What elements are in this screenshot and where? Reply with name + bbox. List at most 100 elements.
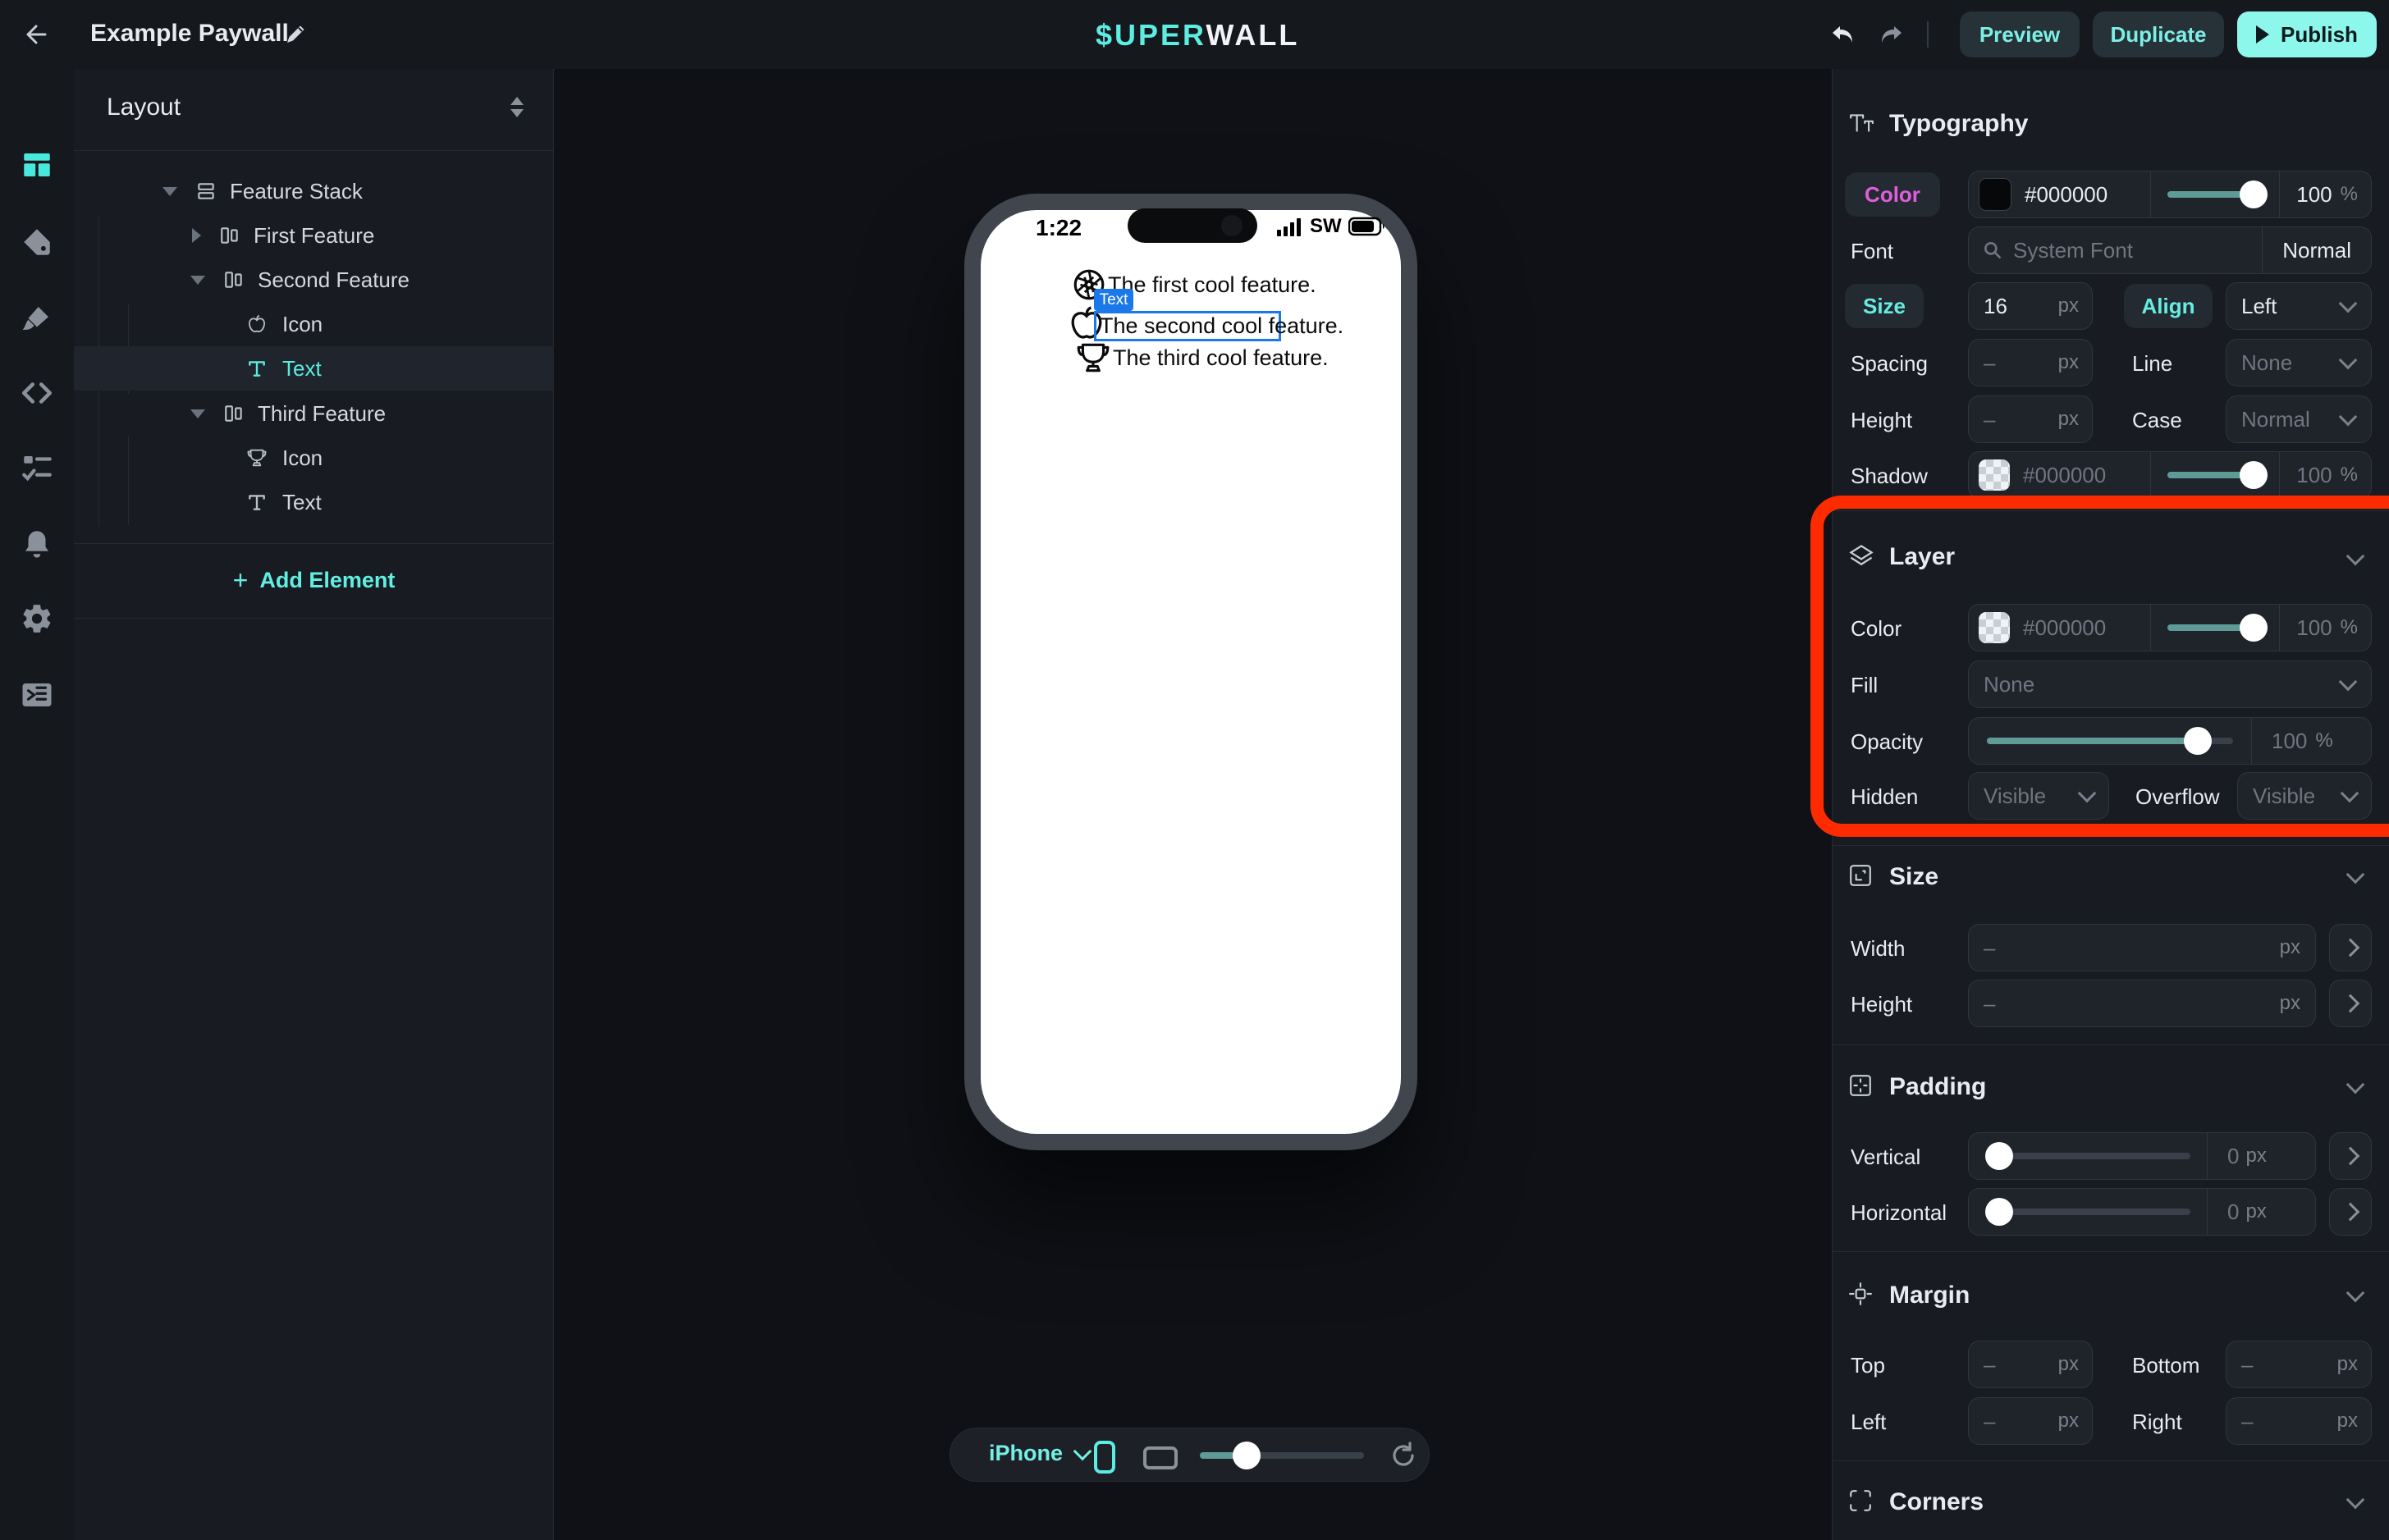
line-height-input[interactable]: – px bbox=[1968, 395, 2093, 443]
layer-color-input[interactable]: #000000 100 % bbox=[1968, 604, 2372, 651]
zoom-slider[interactable] bbox=[1200, 1452, 1364, 1459]
shadow-opacity-slider[interactable] bbox=[2167, 472, 2263, 478]
tree-item-third-feature[interactable]: Third Feature bbox=[74, 391, 554, 436]
opacity-value[interactable]: 100 bbox=[2272, 729, 2307, 754]
line-height-value[interactable]: – bbox=[1984, 407, 2058, 432]
tag-tab-icon[interactable] bbox=[20, 225, 54, 259]
add-element-button[interactable]: + Add Element bbox=[74, 556, 554, 604]
tree-item-first-feature[interactable]: First Feature bbox=[74, 213, 554, 258]
hidden-dropdown[interactable]: Visible bbox=[1968, 772, 2109, 820]
tree-item-icon[interactable]: Icon bbox=[74, 302, 554, 346]
slider-knob[interactable] bbox=[2240, 181, 2268, 208]
layer-hex-value[interactable]: #000000 bbox=[2023, 615, 2150, 641]
caret-down-icon[interactable] bbox=[190, 276, 205, 285]
shadow-color-swatch[interactable] bbox=[1979, 459, 2010, 491]
horizontal-padding-expand-button[interactable] bbox=[2329, 1188, 2372, 1236]
publish-button[interactable]: Publish bbox=[2237, 11, 2377, 57]
height-expand-button[interactable] bbox=[2329, 980, 2372, 1027]
height-input[interactable]: – px bbox=[1968, 980, 2316, 1027]
layer-color-swatch[interactable] bbox=[1979, 612, 2010, 643]
portrait-toggle[interactable] bbox=[1094, 1441, 1115, 1474]
console-tab-icon[interactable] bbox=[20, 678, 54, 712]
feature-row[interactable]: The third cool feature. bbox=[1075, 340, 1329, 376]
feature-text[interactable]: The first cool feature. bbox=[1108, 272, 1316, 298]
undo-icon[interactable] bbox=[1827, 18, 1860, 51]
horizontal-padding-input[interactable]: 0 px bbox=[1968, 1188, 2316, 1236]
typography-color-chip[interactable]: Color bbox=[1845, 172, 1940, 217]
code-tab-icon[interactable] bbox=[20, 376, 54, 410]
line-dropdown[interactable]: None bbox=[2226, 339, 2372, 386]
slider-knob[interactable] bbox=[2240, 614, 2268, 642]
slider-knob[interactable] bbox=[1985, 1198, 2013, 1226]
preview-button[interactable]: Preview bbox=[1960, 11, 2080, 57]
tree-item-icon[interactable]: Icon bbox=[74, 436, 554, 480]
width-input[interactable]: – px bbox=[1968, 924, 2316, 971]
tree-item-feature-stack[interactable]: Feature Stack bbox=[74, 169, 554, 213]
margin-left-input[interactable]: – px bbox=[1968, 1397, 2093, 1445]
caret-right-icon[interactable] bbox=[192, 228, 201, 243]
caret-down-icon[interactable] bbox=[162, 187, 177, 196]
margin-left-value[interactable]: – bbox=[1984, 1409, 2058, 1434]
slider-knob[interactable] bbox=[1985, 1142, 2013, 1170]
color-opacity-slider[interactable] bbox=[2167, 191, 2263, 198]
font-size-value[interactable]: 16 bbox=[1984, 294, 2058, 319]
slider-knob[interactable] bbox=[2184, 727, 2212, 755]
width-value[interactable]: – bbox=[1984, 935, 2280, 961]
caret-down-icon[interactable] bbox=[190, 409, 205, 418]
horizontal-padding-slider[interactable] bbox=[1985, 1209, 2190, 1215]
overflow-dropdown[interactable]: Visible bbox=[2237, 772, 2372, 820]
layer-color-opacity-slider[interactable] bbox=[2167, 624, 2263, 631]
font-placeholder[interactable]: System Font bbox=[2013, 238, 2262, 263]
spacing-input[interactable]: – px bbox=[1968, 339, 2093, 386]
vertical-padding-input[interactable]: 0 px bbox=[1968, 1132, 2316, 1180]
vertical-padding-slider[interactable] bbox=[1985, 1153, 2190, 1159]
align-dropdown[interactable]: Left bbox=[2226, 282, 2372, 330]
brush-tab-icon[interactable] bbox=[20, 301, 54, 336]
checklist-tab-icon[interactable] bbox=[20, 450, 54, 485]
opacity-slider[interactable] bbox=[1987, 738, 2233, 744]
width-expand-button[interactable] bbox=[2329, 924, 2372, 971]
font-input[interactable]: System Font Normal bbox=[1968, 226, 2372, 274]
margin-right-value[interactable]: – bbox=[2241, 1409, 2337, 1434]
color-swatch[interactable] bbox=[1979, 178, 2011, 211]
feature-text[interactable]: The second cool feature. bbox=[1100, 313, 1343, 339]
color-opacity-value[interactable]: 100 bbox=[2296, 182, 2332, 208]
shadow-opacity-value[interactable]: 100 bbox=[2296, 463, 2332, 488]
tree-item-text-selected[interactable]: Text bbox=[74, 346, 554, 391]
font-size-input[interactable]: 16 px bbox=[1968, 282, 2093, 330]
shadow-hex-value[interactable]: #000000 bbox=[2023, 463, 2150, 488]
horizontal-padding-value[interactable]: 0 bbox=[2227, 1200, 2239, 1225]
fill-dropdown[interactable]: None bbox=[1968, 660, 2372, 708]
margin-bottom-input[interactable]: – px bbox=[2226, 1341, 2372, 1388]
spacing-value[interactable]: – bbox=[1984, 350, 2058, 376]
device-selector[interactable]: iPhone bbox=[989, 1441, 1089, 1466]
back-icon[interactable] bbox=[20, 20, 49, 49]
typography-align-chip[interactable]: Align bbox=[2124, 284, 2213, 328]
tree-item-second-feature[interactable]: Second Feature bbox=[74, 258, 554, 302]
vertical-padding-expand-button[interactable] bbox=[2329, 1132, 2372, 1180]
slider-knob[interactable] bbox=[2240, 461, 2268, 489]
typography-size-chip[interactable]: Size bbox=[1845, 284, 1924, 328]
height-value[interactable]: – bbox=[1984, 991, 2280, 1017]
refresh-icon[interactable] bbox=[1389, 1441, 1418, 1470]
margin-top-value[interactable]: – bbox=[1984, 1352, 2058, 1378]
gear-tab-icon[interactable] bbox=[20, 601, 54, 636]
color-hex-value[interactable]: #000000 bbox=[2025, 182, 2150, 208]
layer-color-opacity-value[interactable]: 100 bbox=[2296, 615, 2332, 641]
tree-item-text[interactable]: Text bbox=[74, 480, 554, 524]
landscape-toggle[interactable] bbox=[1143, 1446, 1178, 1469]
margin-top-input[interactable]: – px bbox=[1968, 1341, 2093, 1388]
case-dropdown[interactable]: Normal bbox=[2226, 395, 2372, 443]
opacity-input[interactable]: 100 % bbox=[1968, 717, 2372, 765]
redo-icon[interactable] bbox=[1874, 18, 1907, 51]
bell-tab-icon[interactable] bbox=[20, 527, 54, 561]
layout-tab-icon[interactable] bbox=[20, 148, 54, 182]
duplicate-button[interactable]: Duplicate bbox=[2093, 11, 2224, 57]
selection-box[interactable]: The second cool feature. bbox=[1094, 311, 1281, 341]
zoom-slider-knob[interactable] bbox=[1233, 1442, 1261, 1469]
feature-text[interactable]: The third cool feature. bbox=[1113, 345, 1329, 371]
sort-icon[interactable] bbox=[510, 97, 524, 117]
edit-pencil-icon[interactable] bbox=[284, 21, 309, 46]
font-weight-value[interactable]: Normal bbox=[2282, 238, 2351, 263]
shadow-input[interactable]: #000000 100 % bbox=[1968, 451, 2372, 499]
